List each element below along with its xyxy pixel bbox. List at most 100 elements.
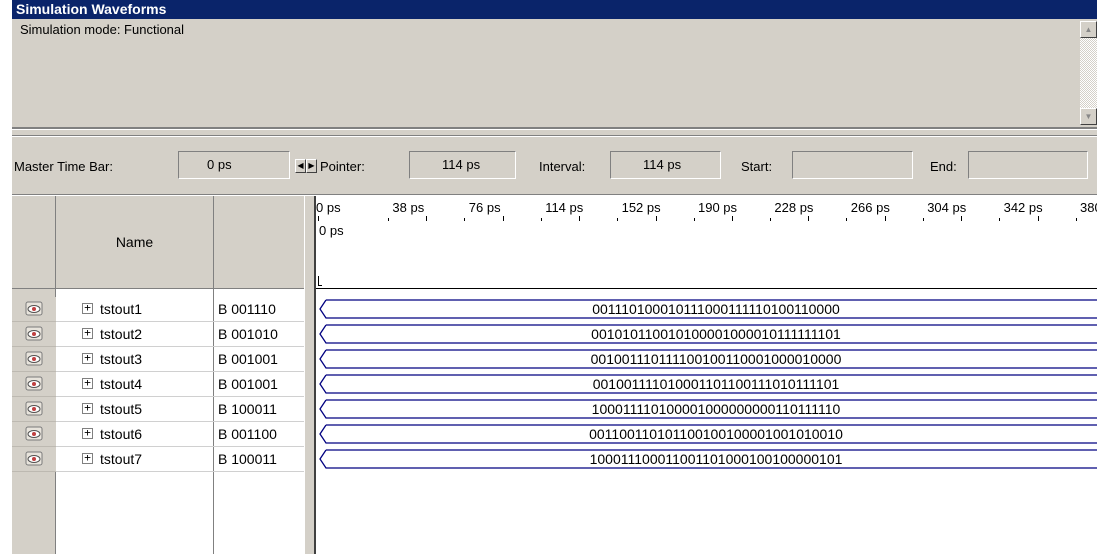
signal-value: B 001010 [214, 322, 304, 347]
left-edge [0, 0, 12, 554]
ruler-minor-tick [617, 218, 619, 221]
signal-row-icon-cell [12, 347, 56, 372]
ruler-tick-label: 304 ps [927, 200, 967, 215]
ruler-tick-label: 76 ps [468, 200, 501, 215]
signal-row-name[interactable]: + tstout6 [56, 422, 214, 447]
signal-value: B 100011 [214, 447, 304, 472]
value-column-header[interactable] [214, 196, 304, 289]
ruler-minor-tick [999, 218, 1001, 221]
signal-row-name[interactable]: + tstout2 [56, 322, 214, 347]
signal-waveform[interactable] [319, 349, 1097, 369]
ruler-tick-label: 0 ps [316, 200, 341, 215]
start-label: Start: [741, 159, 773, 174]
signal-row-icon-cell [12, 322, 56, 347]
eye-icon[interactable] [25, 401, 43, 416]
signal-name: tstout4 [100, 376, 143, 392]
ruler-tick [1037, 216, 1039, 221]
plus-box-icon[interactable]: + [82, 427, 93, 439]
ruler-tick [961, 216, 963, 221]
plus-box-icon[interactable]: + [82, 352, 93, 364]
plus-box-icon[interactable]: + [82, 452, 93, 464]
name-column-header[interactable]: Name [56, 196, 214, 289]
ruler-tick [884, 216, 886, 221]
eye-icon[interactable] [25, 451, 43, 466]
ruler-minor-tick [464, 218, 466, 221]
signal-row-icon-cell [12, 422, 56, 447]
signal-value: B 001001 [214, 372, 304, 397]
master-time-bar-label: Master Time Bar: [14, 159, 113, 174]
time-bar-left-button[interactable]: ◀ [295, 159, 306, 173]
interval-field: 114 ps [610, 151, 721, 179]
signal-name: tstout2 [100, 326, 143, 342]
signal-row-name[interactable]: + tstout4 [56, 372, 214, 397]
signal-name: tstout1 [100, 301, 143, 317]
ruler-minor-tick [693, 218, 695, 221]
end-field[interactable] [968, 151, 1088, 179]
eye-icon[interactable] [25, 351, 43, 366]
ruler-tick-label: 38 ps [392, 200, 425, 215]
pane-splitter[interactable] [304, 196, 316, 554]
signal-row-icon-cell [12, 297, 56, 322]
ruler-tick [655, 216, 657, 221]
ruler-tick-label: 228 ps [774, 200, 814, 215]
plus-box-icon[interactable]: + [82, 327, 93, 339]
scroll-down-button[interactable]: ▼ [1080, 108, 1097, 125]
ruler-tick [579, 216, 581, 221]
ruler-tick-label: 152 ps [621, 200, 661, 215]
eye-icon[interactable] [25, 326, 43, 341]
signal-row-name[interactable]: + tstout3 [56, 347, 214, 372]
time-bar: Master Time Bar: 0 ps ◀ ▶ Pointer: 114 p… [12, 137, 1097, 193]
signal-waveform[interactable] [319, 424, 1097, 444]
signal-waveform[interactable] [319, 399, 1097, 419]
ruler-minor-tick [388, 218, 389, 221]
signal-waveform[interactable] [319, 449, 1097, 469]
ruler-minor-tick [540, 218, 542, 221]
ruler-tick [732, 216, 733, 221]
plus-box-icon[interactable]: + [82, 402, 93, 414]
signal-row-icon-cell [12, 372, 56, 397]
interval-label: Interval: [539, 159, 586, 174]
mode-panel-scrollbar[interactable]: ▲ ▼ [1080, 21, 1097, 125]
pointer-label: Pointer: [320, 159, 365, 174]
signal-waveform[interactable] [319, 324, 1097, 344]
ruler-tick-label: 380 ps [1080, 200, 1097, 215]
ruler-tick [502, 216, 504, 221]
eye-icon[interactable] [25, 426, 43, 441]
plus-box-icon[interactable]: + [82, 377, 93, 389]
cursor-time-label: 0 ps [319, 223, 344, 238]
scroll-up-button[interactable]: ▲ [1080, 21, 1097, 38]
eye-icon[interactable] [25, 376, 43, 391]
divider [12, 129, 1097, 130]
signal-row-icon-cell [12, 397, 56, 422]
ruler-tick [808, 216, 810, 221]
ruler-minor-tick [770, 218, 771, 221]
ruler-minor-tick [1075, 218, 1077, 221]
ruler-tick-label: 190 ps [698, 200, 738, 215]
end-label: End: [930, 159, 957, 174]
master-time-bar-field[interactable]: 0 ps [178, 151, 290, 179]
ruler-tick-label: 266 ps [850, 200, 890, 215]
cursor-marker[interactable] [318, 276, 322, 286]
time-ruler[interactable]: 0 ps 0 ps 38 ps 76 ps 114 ps 152 ps 190 ps 228… [316, 196, 1097, 289]
signal-row-name[interactable]: + tstout7 [56, 447, 214, 472]
simulation-mode-text: Simulation mode: Functional [20, 22, 185, 37]
start-field[interactable] [792, 151, 913, 179]
signal-row-name[interactable]: + tstout5 [56, 397, 214, 422]
signal-value: B 001001 [214, 347, 304, 372]
plus-box-icon[interactable]: + [82, 302, 93, 314]
ruler-tick-label: 114 ps [545, 200, 584, 215]
ruler-minor-tick [922, 218, 924, 221]
ruler-tick-label: 342 ps [1003, 200, 1043, 215]
signal-name: tstout6 [100, 426, 143, 442]
eye-icon[interactable] [25, 301, 43, 316]
time-bar-right-button[interactable]: ▶ [306, 159, 317, 173]
signal-name: tstout5 [100, 401, 143, 417]
waveform-traces[interactable] [316, 289, 1097, 489]
ruler-tick [318, 216, 319, 221]
signal-row-name[interactable]: + tstout1 [56, 297, 214, 322]
ruler-minor-tick [846, 218, 848, 221]
signal-value: B 100011 [214, 397, 304, 422]
signal-waveform[interactable] [319, 374, 1097, 394]
window-title: Simulation Waveforms [12, 0, 1097, 19]
signal-waveform[interactable] [319, 299, 1097, 319]
